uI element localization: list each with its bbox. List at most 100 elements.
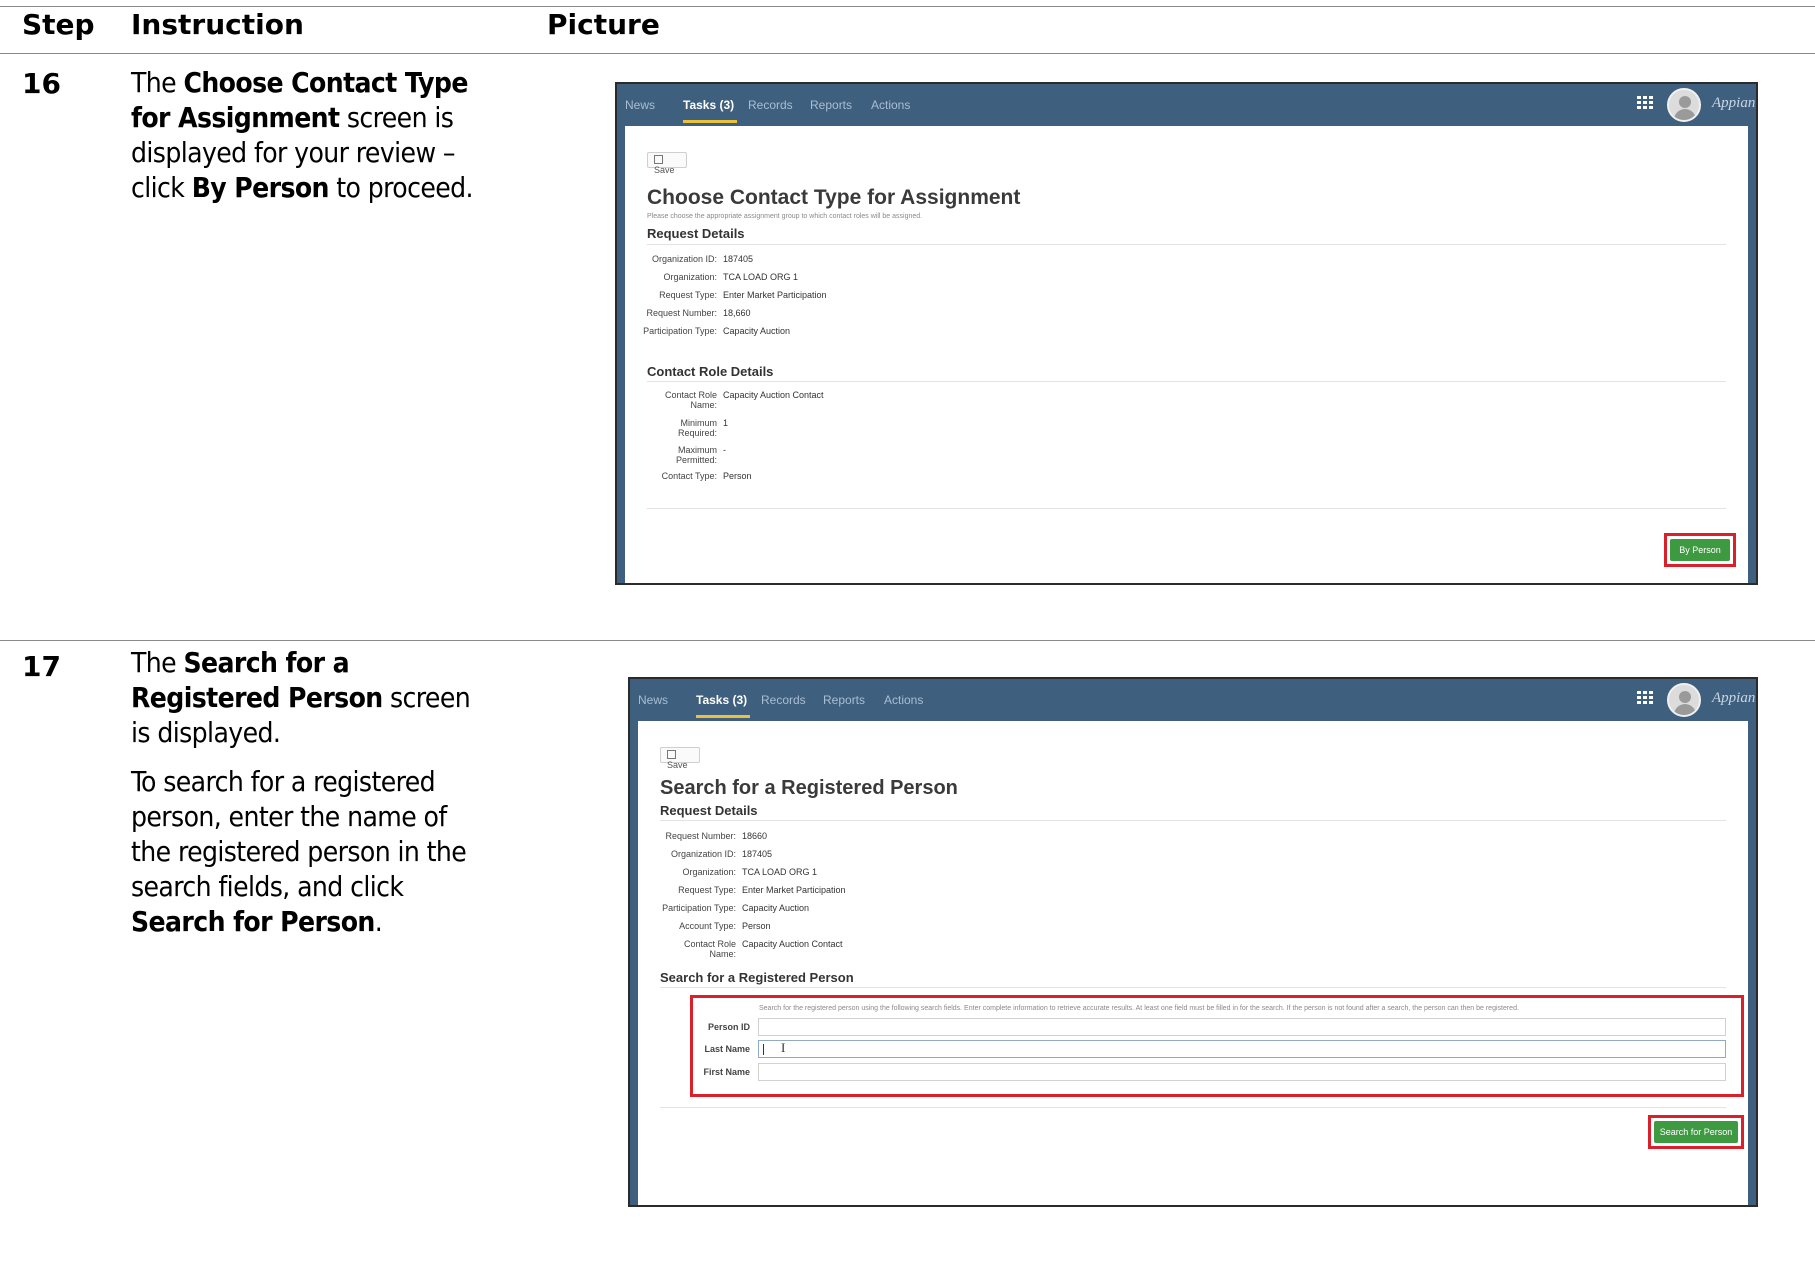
field-label-line: Contact Role bbox=[664, 390, 717, 400]
first-name-input[interactable] bbox=[758, 1063, 1726, 1081]
nav-tab-records[interactable]: Records bbox=[761, 693, 806, 707]
instruction-line: is displayed. bbox=[131, 715, 531, 750]
field-label: Organization: bbox=[663, 272, 717, 282]
disk-icon bbox=[654, 155, 663, 164]
active-tab-underline bbox=[683, 120, 737, 123]
section-divider bbox=[647, 381, 1726, 382]
top-nav: Appian News Tasks (3) Records Reports Action… bbox=[617, 84, 1756, 126]
field-value: Capacity Auction bbox=[742, 903, 810, 913]
instruction-bold-text: Search for Person bbox=[131, 905, 375, 938]
field-label: Contact Role Name: bbox=[638, 939, 736, 959]
field-label: Request Number: bbox=[638, 831, 736, 841]
instruction-text: screen bbox=[382, 681, 471, 714]
user-avatar-icon[interactable] bbox=[1667, 88, 1701, 122]
section-request-details: Request Details bbox=[647, 226, 745, 241]
nav-tab-tasks-3[interactable]: Tasks (3) bbox=[683, 98, 734, 112]
section-request-details: Request Details bbox=[660, 803, 758, 818]
by-person-button[interactable]: By Person bbox=[1670, 539, 1730, 561]
instruction-line: the registered person in the bbox=[131, 834, 531, 869]
save-button[interactable]: Save bbox=[647, 152, 687, 175]
field-value: Capacity Auction Contact bbox=[742, 939, 843, 949]
search-help-text: Search for the registered person using t… bbox=[759, 1005, 1519, 1012]
field-label: Request Type: bbox=[659, 290, 717, 300]
nav-tab-reports[interactable]: Reports bbox=[823, 693, 865, 707]
nav-tab-news[interactable]: News bbox=[638, 693, 668, 707]
grid-icon[interactable] bbox=[1637, 96, 1653, 110]
field-label-line: Participation Type: bbox=[662, 903, 736, 913]
instruction-text: To search for a registered bbox=[131, 765, 436, 798]
appian-logo: Appian bbox=[1712, 95, 1756, 111]
search-field-label: First Name bbox=[703, 1067, 750, 1077]
instruction-text: screen is bbox=[339, 101, 454, 134]
field-label: Minimum Required: bbox=[625, 418, 717, 438]
grid-icon[interactable] bbox=[1637, 691, 1653, 705]
instruction-text: The bbox=[131, 66, 184, 99]
user-avatar-icon[interactable] bbox=[1667, 683, 1701, 717]
person-id-input[interactable] bbox=[758, 1018, 1726, 1036]
field-value: TCA LOAD ORG 1 bbox=[723, 272, 799, 282]
page-subtitle: Please choose the appropriate assignment… bbox=[647, 213, 923, 220]
screenshot-search-registered-person: Appian News Tasks (3) Records Reports Action… bbox=[628, 677, 1758, 1207]
field-value: Capacity Auction Contact bbox=[723, 390, 824, 400]
step-instruction: The Search for a Registered Person screen… bbox=[131, 645, 531, 953]
appian-logo: Appian bbox=[1712, 690, 1756, 706]
header-picture: Picture bbox=[547, 8, 660, 41]
field-value: 1 bbox=[723, 418, 729, 428]
search-field-label: Last Name bbox=[704, 1044, 750, 1054]
nav-tab-records[interactable]: Records bbox=[748, 98, 793, 112]
field-label-line: Organization ID: bbox=[670, 849, 736, 859]
field-value: Person bbox=[723, 471, 752, 481]
top-nav: Appian News Tasks (3) Records Reports Action… bbox=[630, 679, 1756, 721]
instruction-text: click bbox=[131, 171, 192, 204]
step-number: 17 bbox=[22, 650, 61, 683]
page-title: Choose Contact Type for Assignment bbox=[647, 186, 1021, 209]
nav-tab-actions[interactable]: Actions bbox=[871, 98, 910, 112]
save-button[interactable]: Save bbox=[660, 747, 700, 770]
instruction-text: The bbox=[131, 646, 184, 679]
active-tab-underline bbox=[696, 715, 750, 718]
field-label: Organization ID: bbox=[651, 254, 717, 264]
nav-tab-actions[interactable]: Actions bbox=[884, 693, 923, 707]
instruction-line: To search for a registered bbox=[131, 764, 531, 799]
nav-tab-reports[interactable]: Reports bbox=[810, 98, 852, 112]
field-value: Capacity Auction bbox=[723, 326, 791, 336]
field-value: Enter Market Participation bbox=[723, 290, 827, 300]
last-name-input[interactable]: I bbox=[758, 1040, 1726, 1058]
instruction-text: to proceed. bbox=[328, 171, 473, 204]
nav-tab-news[interactable]: News bbox=[625, 98, 655, 112]
field-label: Maximum Permitted: bbox=[625, 445, 717, 465]
field-label-line: Required: bbox=[677, 428, 717, 438]
field-label: Participation Type: bbox=[643, 326, 717, 336]
field-value: 187405 bbox=[723, 254, 754, 264]
instruction-bold-text: Choose Contact Type bbox=[183, 66, 468, 99]
instruction-line: person, enter the name of bbox=[131, 799, 531, 834]
form-panel: Save Choose Contact Type for Assignment … bbox=[625, 126, 1748, 583]
field-value: Enter Market Participation bbox=[742, 885, 846, 895]
instruction-text: . bbox=[374, 905, 383, 938]
form-panel: Save Search for a Registered Person Requ… bbox=[638, 721, 1748, 1205]
instruction-line: Registered Person screen bbox=[131, 680, 531, 715]
instruction-line: for Assignment screen is bbox=[131, 100, 531, 135]
field-label-line: Name: bbox=[690, 400, 717, 410]
search-for-person-button[interactable]: Search for Person bbox=[1654, 1121, 1738, 1143]
section-divider bbox=[660, 820, 1726, 821]
instruction-bold-text: Registered Person bbox=[131, 681, 383, 714]
step-instruction: The Choose Contact Type for Assignment sc… bbox=[131, 65, 531, 219]
instruction-line: The Choose Contact Type bbox=[131, 65, 531, 100]
field-value: TCA LOAD ORG 1 bbox=[742, 867, 818, 877]
field-label: Organization: bbox=[638, 867, 736, 877]
section-divider bbox=[1485, 508, 1726, 509]
section-divider bbox=[647, 244, 1726, 245]
field-label: Contact Type: bbox=[625, 471, 717, 481]
field-value: 18,660 bbox=[723, 308, 751, 318]
search-field-label: Person ID bbox=[707, 1022, 750, 1032]
field-label-line: Contact Role bbox=[683, 939, 736, 949]
instruction-paragraph: To search for a registered person, enter … bbox=[131, 764, 531, 939]
section-divider bbox=[660, 1107, 1726, 1108]
header-rule bbox=[0, 53, 1815, 54]
field-label: Account Type: bbox=[638, 921, 736, 931]
nav-tab-tasks-3[interactable]: Tasks (3) bbox=[696, 693, 747, 707]
instruction-line: displayed for your review – bbox=[131, 135, 531, 170]
instruction-line: click By Person to proceed. bbox=[131, 170, 531, 205]
instruction-line: search fields, and click bbox=[131, 869, 531, 904]
